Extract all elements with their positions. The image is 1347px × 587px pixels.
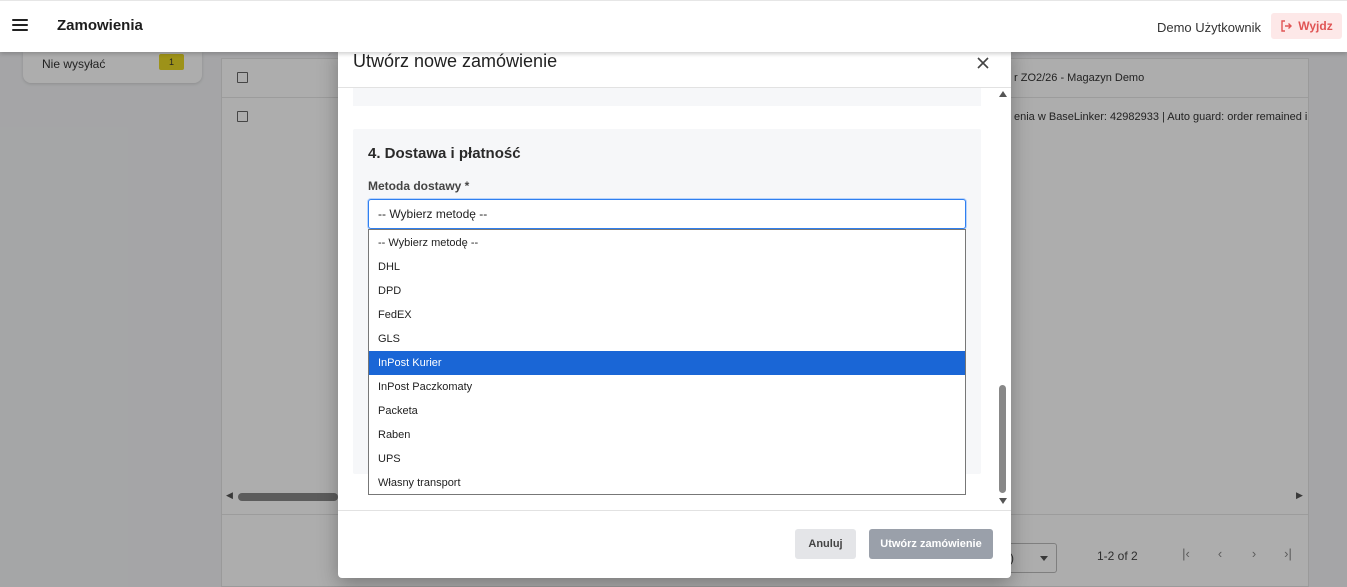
previous-section [353,88,981,106]
logout-button[interactable]: Wyjdz [1271,13,1342,39]
option-own-transport[interactable]: Własny transport [369,471,965,495]
option-dhl[interactable]: DHL [369,255,965,279]
dialog-title: Utwórz nowe zamówienie [353,51,558,71]
option-ups[interactable]: UPS [369,447,965,471]
hamburger-menu-icon[interactable] [12,19,28,33]
logout-icon [1281,20,1293,32]
user-name: Demo Użytkownik [1156,20,1261,35]
delivery-method-select[interactable]: -- Wybierz metodę -- [368,199,966,229]
option-inpost-paczkomaty[interactable]: InPost Paczkomaty [369,375,965,399]
option-raben[interactable]: Raben [369,423,965,447]
option-packeta[interactable]: Packeta [369,399,965,423]
close-icon[interactable] [976,56,990,70]
delivery-method-options: -- Wybierz metodę -- DHL DPD FedEX GLS I… [368,229,966,495]
option-none[interactable]: -- Wybierz metodę -- [369,231,965,255]
option-gls[interactable]: GLS [369,327,965,351]
dialog-divider [338,510,1011,511]
option-dpd[interactable]: DPD [369,279,965,303]
option-fedex[interactable]: FedEX [369,303,965,327]
create-order-button[interactable]: Utwórz zamówienie [869,529,993,559]
scroll-up-icon[interactable] [999,91,1007,97]
scroll-down-icon[interactable] [999,498,1007,504]
top-app-bar: Zamowienia Demo Użytkownik Wyjdz [0,0,1347,52]
option-inpost-kurier[interactable]: InPost Kurier [369,351,965,375]
scroll-thumb[interactable] [999,385,1006,493]
vertical-scrollbar[interactable] [998,88,1008,510]
cancel-button[interactable]: Anuluj [795,529,856,559]
delivery-method-label: Metoda dostawy * [368,179,470,193]
logout-label: Wyjdz [1298,19,1333,33]
app-title: Zamowienia [57,17,143,34]
section-title: 4. Dostawa i płatność [368,145,521,162]
